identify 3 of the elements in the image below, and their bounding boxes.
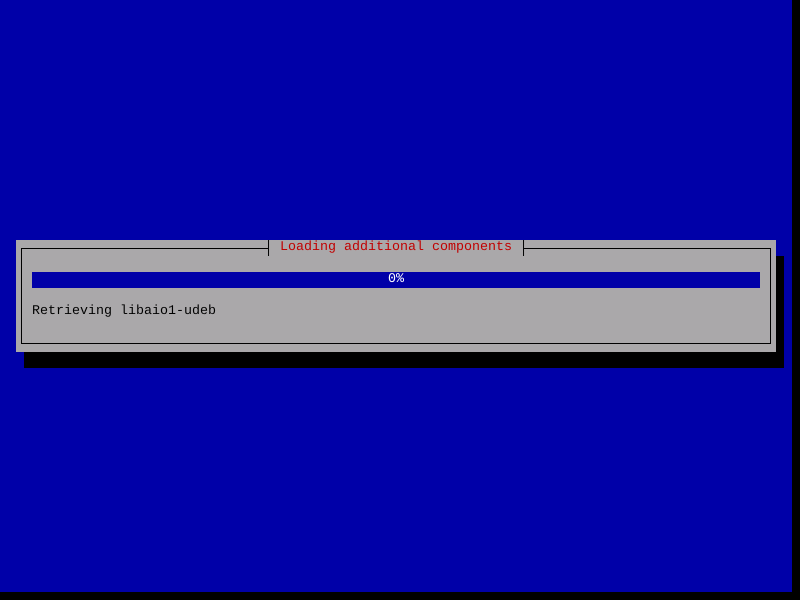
dialog-title: Loading additional components — [268, 240, 524, 256]
status-text: Retrieving libaio1-udeb — [32, 304, 217, 320]
progress-percent: 0% — [388, 272, 404, 288]
